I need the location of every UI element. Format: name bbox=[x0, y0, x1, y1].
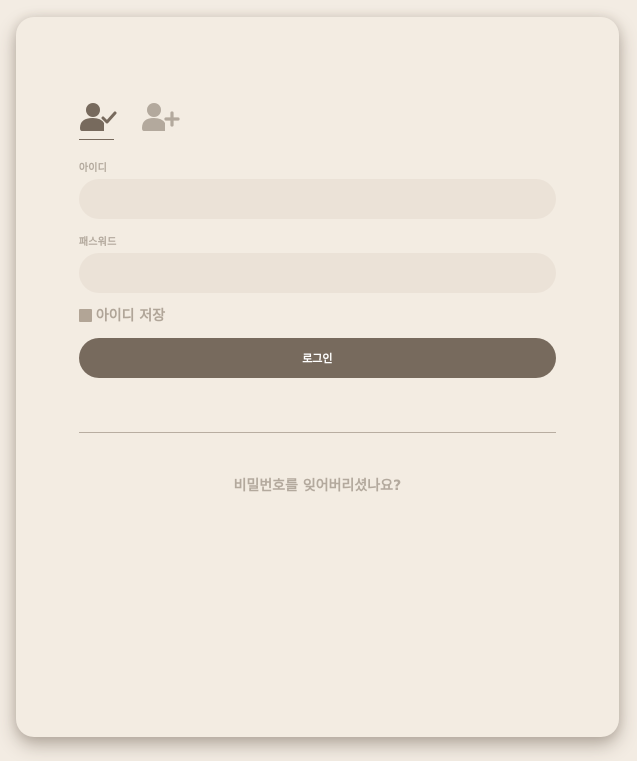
id-input[interactable] bbox=[79, 179, 556, 219]
id-label: 아이디 bbox=[79, 163, 108, 174]
page: 아이디 패스워드 아이디 저장 로그인 비밀번호를 잊어버리셨나요? bbox=[0, 0, 637, 761]
login-button[interactable]: 로그인 bbox=[79, 338, 556, 378]
checkbox-box[interactable] bbox=[79, 308, 92, 322]
divider bbox=[79, 432, 556, 433]
remember-id-checkbox[interactable]: 아이디 저장 bbox=[79, 306, 165, 324]
login-card: 아이디 패스워드 아이디 저장 로그인 비밀번호를 잊어버리셨나요? bbox=[16, 17, 619, 737]
auth-tabs bbox=[79, 101, 199, 157]
tab-signup[interactable] bbox=[142, 101, 180, 135]
password-input[interactable] bbox=[79, 253, 556, 293]
tab-login[interactable] bbox=[79, 101, 117, 135]
user-plus-icon bbox=[142, 103, 180, 131]
user-check-icon bbox=[80, 103, 117, 131]
remember-id-label: 아이디 저장 bbox=[96, 308, 166, 324]
password-label: 패스워드 bbox=[79, 237, 117, 248]
forgot-password-link[interactable]: 비밀번호를 잊어버리셨나요? bbox=[16, 475, 619, 495]
active-tab-indicator bbox=[79, 139, 114, 140]
